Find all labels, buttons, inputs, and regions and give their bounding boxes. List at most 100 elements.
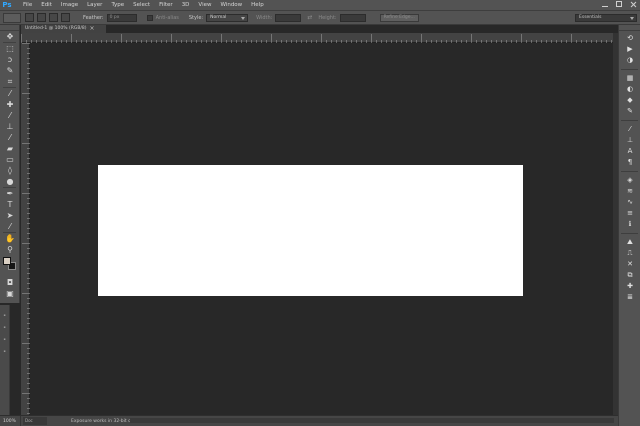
swap-dimensions-icon[interactable]: ⇄	[307, 14, 312, 21]
zoom-tool[interactable]: ⚲	[0, 244, 20, 255]
tool-preset-picker[interactable]	[3, 12, 21, 23]
foreground-color-swatch[interactable]	[3, 257, 11, 265]
collapsed-panel-tab[interactable]: ▪	[0, 349, 9, 353]
swatches-panel-button[interactable]: ▦	[619, 73, 640, 84]
move-tool[interactable]: ✥	[0, 31, 20, 42]
menu-file[interactable]: File	[23, 2, 32, 8]
lasso-tool[interactable]: ↄ	[0, 54, 20, 65]
intersect-selection-icon[interactable]	[61, 13, 70, 22]
marquee-tool[interactable]: ⬚	[0, 43, 20, 54]
document-tab-close-icon[interactable]: ×	[88, 25, 96, 33]
subtract-from-selection-icon[interactable]	[49, 13, 58, 22]
gradient-tool[interactable]: ▭	[0, 154, 20, 165]
crop-tool[interactable]: ⌗	[0, 76, 20, 87]
color-swatches	[0, 255, 20, 277]
timeline-panel-button[interactable]: ⎍	[619, 248, 640, 259]
dodge-icon: ●	[6, 176, 14, 186]
screen-mode-button[interactable]: ▣	[0, 288, 20, 299]
anti-alias-label: Anti-alias	[155, 14, 179, 21]
menu-filter[interactable]: Filter	[159, 2, 173, 8]
shape-tool[interactable]: ⁄	[0, 221, 20, 232]
actions-icon: ▶	[627, 45, 633, 53]
width-input[interactable]	[275, 13, 302, 22]
height-input[interactable]	[339, 13, 366, 22]
quick-mask-button[interactable]: ◘	[0, 277, 20, 288]
clone-source-panel-button[interactable]: ⊥	[619, 135, 640, 146]
pen-tool[interactable]: ✒	[0, 188, 20, 199]
anti-alias-checkbox[interactable]	[146, 14, 153, 21]
info-panel-button[interactable]: ℹ	[619, 219, 640, 230]
clone-source-icon: ⊥	[626, 136, 634, 144]
photoshop-logo: Ps	[2, 1, 12, 9]
maximize-icon[interactable]	[616, 1, 622, 7]
paragraph-panel-button[interactable]: ¶	[619, 157, 640, 168]
menu-layer[interactable]: Layer	[87, 2, 102, 8]
color-icon: ◑	[626, 56, 634, 64]
refine-edge-button[interactable]: Refine Edge...	[379, 13, 419, 22]
styles-panel-button[interactable]: ◆	[619, 95, 640, 106]
collapsed-panel-strip: ▪ ▪ ▪ ▪	[0, 305, 10, 415]
dodge-tool[interactable]: ●	[0, 176, 20, 187]
properties-panel-button[interactable]: ≡	[619, 208, 640, 219]
new-selection-icon[interactable]	[25, 13, 34, 22]
style-select[interactable]: Normal	[206, 13, 249, 22]
panel-group-divider	[621, 233, 638, 234]
panel-dock-grip[interactable]	[619, 25, 640, 31]
adjustments-panel-button[interactable]: ◐	[619, 84, 640, 95]
collapsed-panel-tab[interactable]: ▪	[0, 325, 9, 329]
horizontal-ruler-ticks	[21, 34, 612, 43]
channels-panel-button[interactable]: ≋	[619, 186, 640, 197]
blur-tool[interactable]: ◊	[0, 165, 20, 176]
history-brush-tool[interactable]: ⁄	[0, 132, 20, 143]
measurement-icon: ≣	[627, 293, 633, 301]
type-tool[interactable]: T	[0, 199, 20, 210]
path-selection-tool[interactable]: ➤	[0, 210, 20, 221]
workspace-select[interactable]: Essentials	[575, 14, 637, 22]
brush-presets-panel-button[interactable]: ⁄	[619, 124, 640, 135]
brush-tool[interactable]: ⁄	[0, 110, 20, 121]
timeline-icon: ⎍	[627, 249, 633, 257]
history-panel-button[interactable]: ⟲	[619, 33, 640, 44]
notes-panel-button[interactable]: ✚	[619, 281, 640, 292]
menu-type[interactable]: Type	[111, 2, 124, 8]
layers-icon: ◈	[627, 176, 633, 184]
menu-3d[interactable]: 3D	[182, 2, 190, 8]
layers-panel-button[interactable]: ◈	[619, 175, 640, 186]
menu-image[interactable]: Image	[61, 2, 78, 8]
hand-tool[interactable]: ✋	[0, 233, 20, 244]
horizontal-scrollbar[interactable]	[130, 418, 614, 423]
feather-input[interactable]: 0 px	[106, 13, 137, 22]
collapsed-panel-tab[interactable]: ▪	[0, 313, 9, 317]
document-canvas[interactable]	[98, 165, 523, 296]
vertical-ruler[interactable]	[21, 43, 30, 415]
vertical-ruler-ticks	[22, 43, 30, 414]
add-to-selection-icon[interactable]	[37, 13, 46, 22]
quick-selection-tool[interactable]: ✎	[0, 65, 20, 76]
eyedropper-tool[interactable]: ⁄	[0, 88, 20, 99]
horizontal-ruler[interactable]	[21, 33, 614, 43]
minimize-icon[interactable]	[602, 1, 608, 7]
eraser-tool[interactable]: ▰	[0, 143, 20, 154]
layer-comps-panel-button[interactable]: ⧉	[619, 270, 640, 281]
menu-edit[interactable]: Edit	[41, 2, 52, 8]
paths-panel-button[interactable]: ∿	[619, 197, 640, 208]
healing-brush-tool[interactable]: ✚	[0, 99, 20, 110]
actions-panel-button[interactable]: ▶	[619, 44, 640, 55]
menu-view[interactable]: View	[198, 2, 211, 8]
doc-info: Doc	[23, 417, 47, 425]
menu-select[interactable]: Select	[133, 2, 150, 8]
clone-stamp-tool[interactable]: ⊥	[0, 121, 20, 132]
brush-panel-button[interactable]: ✎	[619, 106, 640, 117]
navigator-panel-button[interactable]: ⛰	[619, 237, 640, 248]
crop-icon: ⌗	[7, 76, 13, 86]
close-icon[interactable]	[630, 1, 636, 7]
layer-comps-icon: ⧉	[627, 271, 633, 279]
zoom-level[interactable]: 100%	[0, 415, 21, 426]
measurement-panel-button[interactable]: ≣	[619, 292, 640, 303]
menu-help[interactable]: Help	[251, 2, 264, 8]
tool-presets-panel-button[interactable]: ✕	[619, 259, 640, 270]
menu-window[interactable]: Window	[220, 2, 242, 8]
collapsed-panel-tab[interactable]: ▪	[0, 337, 9, 341]
character-panel-button[interactable]: A	[619, 146, 640, 157]
color-panel-button[interactable]: ◑	[619, 55, 640, 66]
